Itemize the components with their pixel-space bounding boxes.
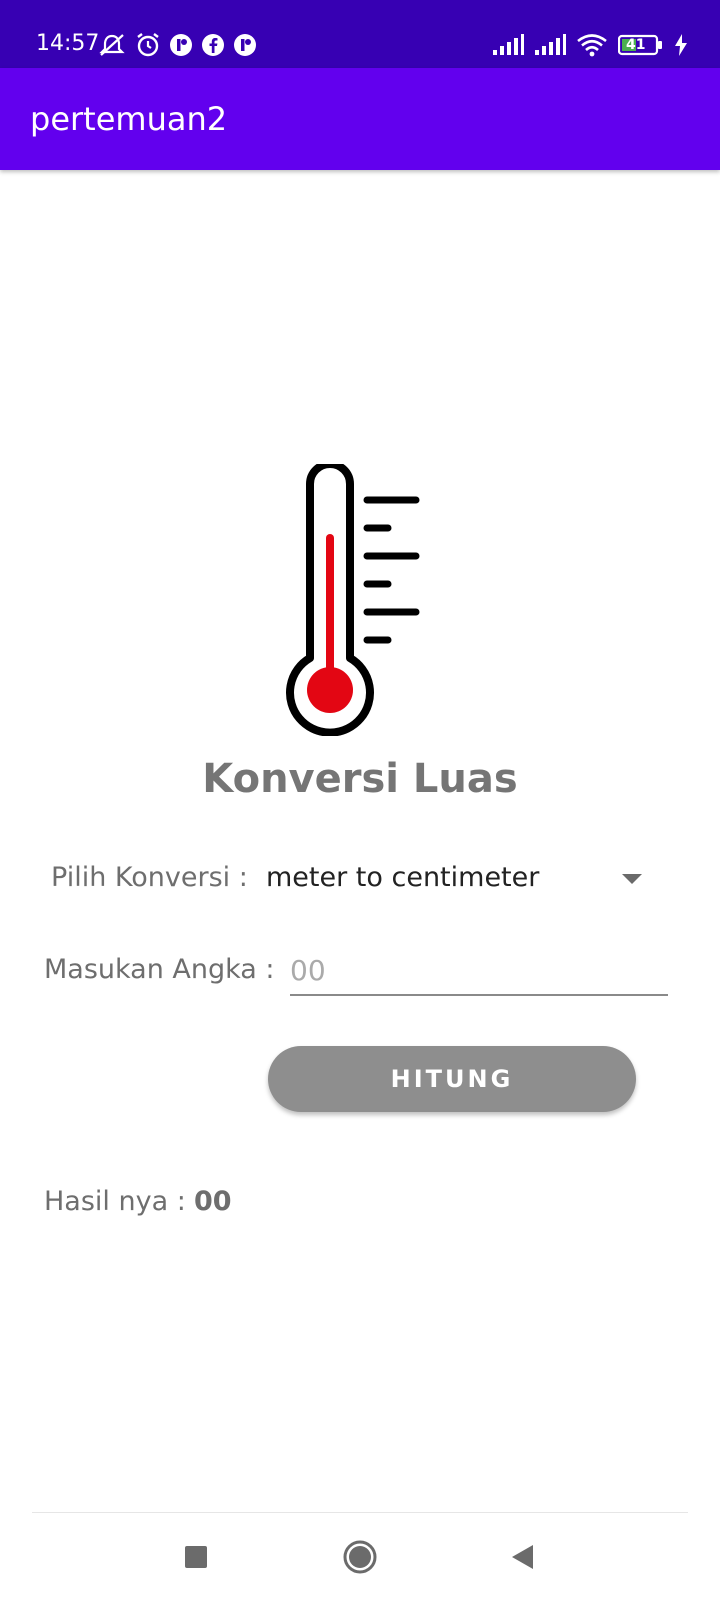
recent-apps-icon — [185, 1546, 207, 1568]
alarm-icon — [135, 32, 161, 58]
home-button[interactable] — [330, 1532, 390, 1582]
thermometer-icon — [286, 460, 420, 737]
recent-apps-button[interactable] — [166, 1532, 226, 1582]
number-label: Masukan Angka : — [44, 954, 275, 985]
number-input[interactable] — [290, 946, 668, 996]
page-title: Konversi Luas — [202, 756, 518, 802]
battery-level: 41 — [626, 37, 646, 53]
result-label: Hasil nya : — [44, 1186, 186, 1217]
wifi-icon — [576, 33, 608, 57]
conversion-selected-value: meter to centimeter — [266, 862, 540, 893]
facebook-icon — [201, 33, 225, 57]
back-icon — [512, 1545, 533, 1569]
app-title: pertemuan2 — [30, 100, 228, 138]
mute-bell-icon — [97, 32, 127, 58]
status-left-icons — [97, 30, 257, 60]
app-notification-icon — [233, 33, 257, 57]
calculate-button[interactable]: HITUNG — [268, 1046, 636, 1112]
dropdown-arrow-icon — [622, 874, 642, 884]
conversion-label: Pilih Konversi : — [51, 862, 248, 893]
app-notification-icon — [169, 33, 193, 57]
nav-divider — [32, 1512, 688, 1513]
result-value: 00 — [194, 1186, 232, 1217]
signal-icon — [492, 34, 524, 56]
status-time: 14:57 — [36, 31, 100, 56]
thermometer-image — [222, 460, 502, 737]
status-right-icons: 41 — [492, 30, 688, 60]
charging-icon — [674, 34, 688, 56]
signal-icon — [534, 34, 566, 56]
conversion-dropdown[interactable]: meter to centimeter — [256, 848, 652, 912]
battery-icon: 41 — [618, 34, 664, 56]
app-bar: pertemuan2 — [0, 68, 720, 170]
back-button[interactable] — [492, 1532, 552, 1582]
status-bar: 14:57 41 — [0, 0, 720, 68]
home-icon — [343, 1540, 377, 1574]
